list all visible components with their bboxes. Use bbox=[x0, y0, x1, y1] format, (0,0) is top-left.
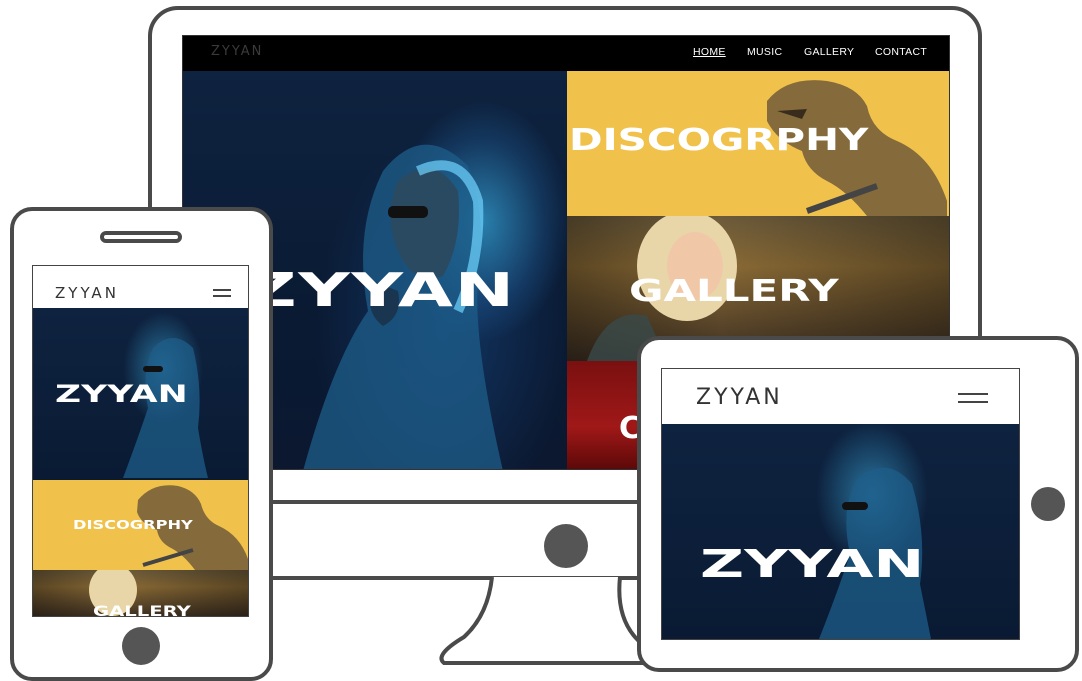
tablet-logo[interactable]: ZYYAN bbox=[696, 385, 783, 410]
tablet-hero-image: ZYYAN bbox=[662, 424, 1019, 639]
tablet-home-button-icon bbox=[1031, 487, 1065, 521]
phone-logo[interactable]: ZYYAN bbox=[55, 284, 119, 302]
tablet-hero-title: ZYYAN bbox=[700, 542, 925, 586]
nav-item-home[interactable]: HOME bbox=[693, 46, 726, 58]
phone-screen: ZYYAN ZYYAN DISCOGRPHY GALLERY bbox=[32, 265, 249, 617]
site-logo[interactable]: ZYYAN bbox=[211, 44, 263, 59]
nav-item-music[interactable]: MUSIC bbox=[747, 46, 782, 58]
phone-discography-label: DISCOGRPHY bbox=[73, 518, 193, 532]
discography-label: DISCOGRPHY bbox=[569, 123, 869, 158]
phone-gallery-label: GALLERY bbox=[93, 604, 191, 617]
phone-hero-image: ZYYAN bbox=[33, 308, 248, 480]
tablet-header: ZYYAN bbox=[662, 369, 1019, 424]
tablet-screen: ZYYAN ZYYAN bbox=[661, 368, 1020, 640]
monitor-power-button-icon bbox=[544, 524, 588, 568]
nav-item-gallery[interactable]: GALLERY bbox=[804, 46, 854, 58]
hero-title: ZYYAN bbox=[245, 263, 516, 317]
desktop-navbar: ZYYAN HOME MUSIC GALLERY CONTACT bbox=[183, 36, 949, 71]
phone-speaker-icon bbox=[100, 231, 182, 243]
phone-header: ZYYAN bbox=[33, 266, 248, 308]
tablet-hamburger-menu-icon[interactable] bbox=[958, 393, 988, 403]
phone-home-button-icon bbox=[122, 627, 160, 665]
phone-gallery-panel[interactable]: GALLERY bbox=[33, 570, 248, 617]
gallery-label: GALLERY bbox=[629, 274, 839, 309]
nav-item-contact[interactable]: CONTACT bbox=[875, 46, 927, 58]
phone-hero-title: ZYYAN bbox=[55, 380, 188, 408]
phone-discography-panel[interactable]: DISCOGRPHY bbox=[33, 480, 248, 570]
hamburger-menu-icon[interactable] bbox=[213, 289, 231, 297]
discography-panel[interactable]: DISCOGRPHY bbox=[567, 71, 949, 216]
